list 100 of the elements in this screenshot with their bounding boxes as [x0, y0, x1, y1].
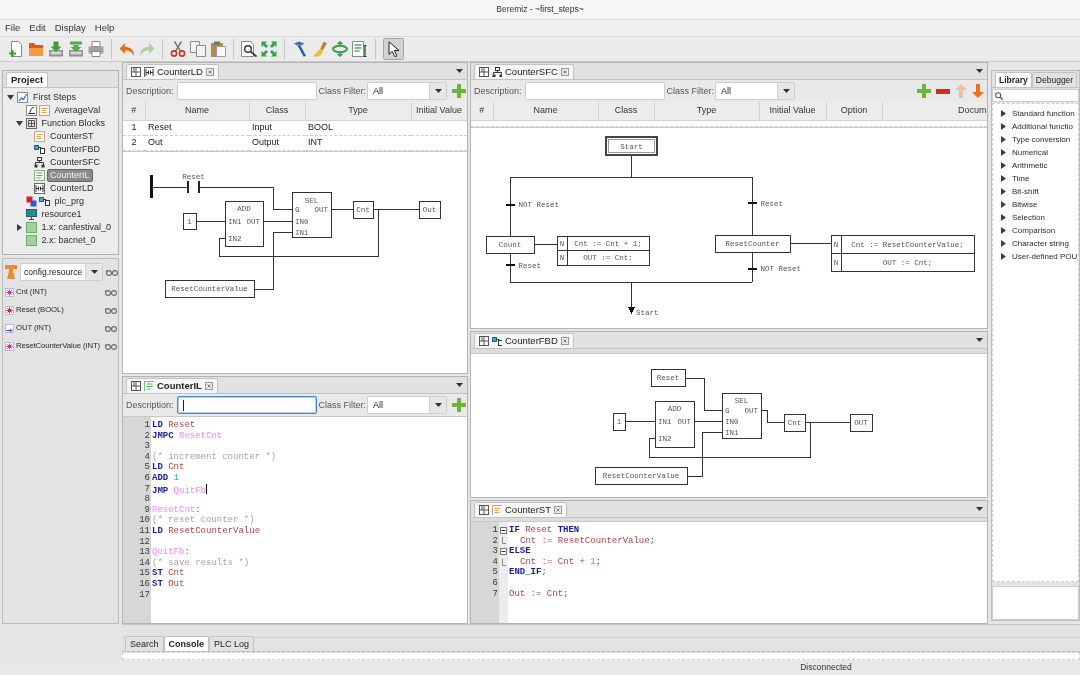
- search-field[interactable]: [992, 89, 1079, 102]
- tree-item[interactable]: Function Blocks: [38, 117, 109, 130]
- caret-icon[interactable]: [456, 383, 463, 387]
- description-field[interactable]: [176, 82, 317, 100]
- tree-item[interactable]: 2.x: bacnet_0: [38, 234, 99, 247]
- library-category[interactable]: Numerical: [1012, 147, 1048, 158]
- close-icon[interactable]: [560, 337, 569, 345]
- glasses-icon[interactable]: [105, 324, 117, 332]
- library-category[interactable]: Additional functio: [1012, 121, 1073, 132]
- glasses-icon[interactable]: [106, 268, 118, 276]
- caret-icon[interactable]: [1000, 188, 1007, 195]
- tree-item[interactable]: 1.x: canfestival_0: [38, 221, 115, 234]
- editor-tab[interactable]: CounterST: [474, 502, 567, 517]
- caret-icon[interactable]: [1000, 240, 1007, 247]
- column-header[interactable]: Type: [305, 102, 411, 120]
- caret-icon[interactable]: [976, 69, 983, 73]
- caret-icon[interactable]: [1000, 123, 1007, 130]
- pointer-tool-button[interactable]: [383, 38, 404, 60]
- column-header[interactable]: Initial Value: [411, 102, 467, 120]
- editor-tab[interactable]: CounterSFC: [474, 64, 574, 79]
- class-filter-dropdown[interactable]: All: [715, 82, 796, 100]
- caret-icon[interactable]: [1000, 149, 1007, 156]
- panel-tab[interactable]: PLC Log: [209, 636, 255, 651]
- down-arrow-icon[interactable]: [972, 84, 984, 98]
- library-category[interactable]: Standard function: [1012, 108, 1075, 119]
- caret-icon[interactable]: [1000, 201, 1007, 208]
- editor-tab[interactable]: CounterLD: [126, 64, 219, 79]
- menu-item[interactable]: File: [1, 22, 25, 34]
- close-icon[interactable]: [553, 506, 562, 514]
- close-icon[interactable]: [560, 68, 569, 76]
- column-header[interactable]: Initial Value: [759, 102, 826, 120]
- new-file-icon[interactable]: [8, 41, 24, 57]
- close-icon[interactable]: [205, 68, 214, 76]
- column-header[interactable]: Name: [145, 102, 249, 120]
- caret-icon[interactable]: [976, 507, 983, 511]
- column-header[interactable]: Docum: [882, 102, 987, 120]
- caret-icon[interactable]: [456, 69, 463, 73]
- caret-icon[interactable]: [15, 224, 23, 231]
- library-category[interactable]: Comparison: [1012, 225, 1056, 236]
- remove-icon[interactable]: [936, 88, 950, 94]
- print-icon[interactable]: [88, 41, 104, 57]
- library-category[interactable]: Time: [1012, 173, 1030, 184]
- tree-item[interactable]: CounterSFC: [47, 156, 104, 169]
- column-header[interactable]: #: [471, 102, 493, 120]
- tree-item[interactable]: First Steps: [30, 91, 79, 104]
- caret-icon[interactable]: [1000, 162, 1007, 169]
- tree-item[interactable]: resource1: [38, 208, 85, 221]
- caret-icon[interactable]: [1000, 227, 1007, 234]
- menu-item[interactable]: Display: [50, 22, 90, 34]
- cut-icon[interactable]: [170, 41, 186, 57]
- library-category[interactable]: Type conversion: [1012, 134, 1071, 145]
- glasses-icon[interactable]: [105, 306, 117, 314]
- tree-item[interactable]: AverageVal: [51, 104, 104, 117]
- caret-icon[interactable]: [15, 120, 23, 127]
- save-icon[interactable]: [68, 41, 84, 57]
- glasses-icon[interactable]: [105, 288, 117, 296]
- copy-icon[interactable]: [190, 41, 206, 57]
- close-icon[interactable]: [204, 382, 213, 390]
- panel-tab[interactable]: Console: [163, 636, 210, 651]
- menu-item[interactable]: Help: [90, 22, 119, 34]
- instance-dropdown[interactable]: config.resource: [20, 263, 103, 281]
- caret-icon[interactable]: [7, 94, 14, 101]
- menu-item[interactable]: Edit: [25, 22, 50, 34]
- panel-tab[interactable]: Search: [125, 636, 164, 651]
- caret-icon[interactable]: [1000, 110, 1007, 117]
- hammer-icon[interactable]: [292, 41, 308, 57]
- caret-icon[interactable]: [1000, 136, 1007, 143]
- column-header[interactable]: Class: [249, 102, 305, 120]
- library-category[interactable]: Selection: [1012, 212, 1045, 223]
- caret-icon[interactable]: [1000, 175, 1007, 182]
- caret-icon[interactable]: [1000, 253, 1007, 260]
- tree-item[interactable]: CounterLD: [47, 182, 97, 195]
- caret-icon[interactable]: [1000, 214, 1007, 221]
- undo-icon[interactable]: [119, 41, 135, 57]
- column-header[interactable]: Type: [654, 102, 759, 120]
- panel-tab[interactable]: Project: [6, 72, 49, 87]
- column-header[interactable]: Name: [493, 102, 598, 120]
- brush-icon[interactable]: [312, 41, 328, 57]
- search-icon[interactable]: [241, 41, 257, 57]
- library-category[interactable]: Bitwise: [1012, 199, 1038, 210]
- column-header[interactable]: Option: [826, 102, 882, 120]
- glasses-icon[interactable]: [105, 342, 117, 350]
- fold-toggle-icon[interactable]: [500, 548, 507, 555]
- library-category[interactable]: User-defined POU: [1012, 251, 1078, 262]
- library-tab[interactable]: Library: [995, 72, 1032, 87]
- class-filter-dropdown[interactable]: All: [367, 396, 448, 414]
- editor-tab[interactable]: CounterIL: [126, 378, 218, 393]
- fold-toggle-icon[interactable]: [500, 526, 507, 534]
- column-header[interactable]: Class: [598, 102, 654, 120]
- document-lines-icon[interactable]: [352, 41, 368, 57]
- tree-item[interactable]: plc_prg: [51, 195, 88, 208]
- class-filter-dropdown[interactable]: All: [367, 82, 448, 100]
- description-field[interactable]: [524, 82, 665, 100]
- paste-icon[interactable]: [210, 41, 226, 57]
- sync-icon[interactable]: [332, 41, 348, 57]
- library-category[interactable]: Character string: [1012, 238, 1069, 249]
- editor-tab[interactable]: CounterFBD: [474, 333, 574, 348]
- folder-icon[interactable]: [28, 41, 44, 57]
- tree-item[interactable]: CounterST: [47, 130, 97, 143]
- library-category[interactable]: Arithmetic: [1012, 160, 1048, 171]
